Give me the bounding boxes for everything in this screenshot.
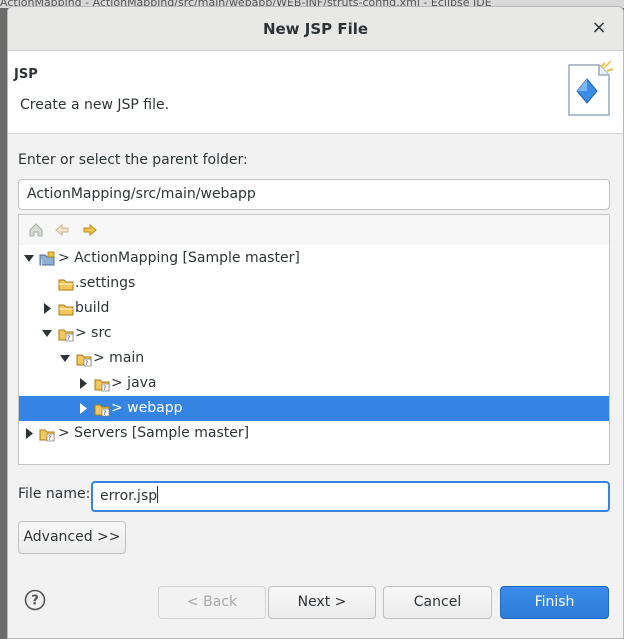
tree-item-label: > Servers [Sample master]	[58, 425, 250, 441]
dialog-title: New JSP File	[262, 20, 369, 38]
wizard-header: JSP Create a new JSP file.	[8, 51, 623, 134]
finish-button[interactable]: Finish	[500, 586, 609, 619]
tree-item[interactable]: ? > main	[19, 346, 609, 371]
tree-item-label: > ActionMapping [Sample master]	[58, 250, 300, 266]
back-button[interactable]: < Back	[158, 586, 266, 619]
tree-item[interactable]: J > ActionMapping [Sample master]	[19, 246, 609, 271]
source-folder-icon: ?	[76, 354, 92, 367]
tree-item-label: build	[75, 300, 110, 316]
svg-text:?: ?	[67, 335, 70, 342]
source-folder-icon: ?	[94, 379, 110, 392]
home-icon[interactable]	[28, 222, 44, 238]
tree-item-selected[interactable]: ? > webapp	[19, 396, 609, 421]
tree-item-label: .settings	[75, 275, 136, 291]
expanded-twisty-icon[interactable]	[23, 246, 35, 271]
file-name-input[interactable]: error.jsp	[91, 481, 610, 512]
close-icon[interactable]: ×	[589, 18, 609, 38]
parent-folder-input[interactable]: ActionMapping/src/main/webapp	[18, 179, 610, 210]
svg-text:?: ?	[31, 594, 39, 609]
tree-item[interactable]: ? > java	[19, 371, 609, 396]
collapsed-twisty-icon[interactable]	[77, 396, 89, 421]
tree-item[interactable]: ? > src	[19, 321, 609, 346]
tree-item-label: > main	[93, 350, 145, 366]
tree-item[interactable]: build	[19, 296, 609, 321]
project-icon: J	[39, 251, 55, 266]
tree-item[interactable]: .settings	[19, 271, 609, 296]
back-arrow-icon[interactable]	[54, 222, 70, 238]
advanced-button[interactable]: Advanced >>	[18, 521, 126, 554]
folder-icon	[58, 304, 74, 316]
forward-arrow-icon[interactable]	[82, 222, 98, 238]
collapsed-twisty-icon[interactable]	[41, 296, 53, 321]
tree-item-label: > src	[75, 325, 112, 341]
tree-item-label: > java	[111, 375, 157, 391]
file-name-value: error.jsp	[100, 488, 158, 504]
next-button[interactable]: Next >	[268, 586, 376, 619]
wizard-page-description: Create a new JSP file.	[20, 97, 170, 113]
svg-text:?: ?	[103, 410, 106, 417]
help-icon[interactable]: ?	[24, 589, 46, 611]
folder-tree: J > ActionMapping [Sample master] .setti…	[19, 246, 609, 446]
source-folder-icon: ?	[94, 404, 110, 417]
parent-folder-label: Enter or select the parent folder:	[18, 152, 248, 168]
tree-item[interactable]: ? > Servers [Sample master]	[19, 421, 609, 446]
svg-text:?: ?	[48, 435, 51, 442]
file-name-label: File name:	[18, 486, 91, 502]
new-jsp-file-dialog: New JSP File × JSP Create a new JSP file…	[7, 6, 624, 639]
svg-text:?: ?	[85, 360, 88, 367]
source-folder-icon: ?	[58, 329, 74, 342]
expanded-twisty-icon[interactable]	[41, 321, 53, 346]
expanded-twisty-icon[interactable]	[59, 346, 71, 371]
folder-icon	[58, 279, 74, 291]
collapsed-twisty-icon[interactable]	[23, 421, 35, 446]
project-icon: ?	[39, 429, 55, 442]
dialog-titlebar: New JSP File ×	[8, 7, 623, 51]
cancel-button[interactable]: Cancel	[383, 586, 492, 619]
tree-item-label: > webapp	[111, 400, 183, 416]
collapsed-twisty-icon[interactable]	[77, 371, 89, 396]
svg-text:J: J	[40, 259, 43, 266]
folder-tree-panel: J > ActionMapping [Sample master] .setti…	[18, 214, 610, 465]
new-jsp-wizard-icon	[568, 60, 614, 116]
text-caret	[157, 486, 159, 503]
tree-toolbar	[19, 215, 609, 245]
wizard-page-title: JSP	[14, 67, 38, 82]
svg-text:?: ?	[103, 385, 106, 392]
